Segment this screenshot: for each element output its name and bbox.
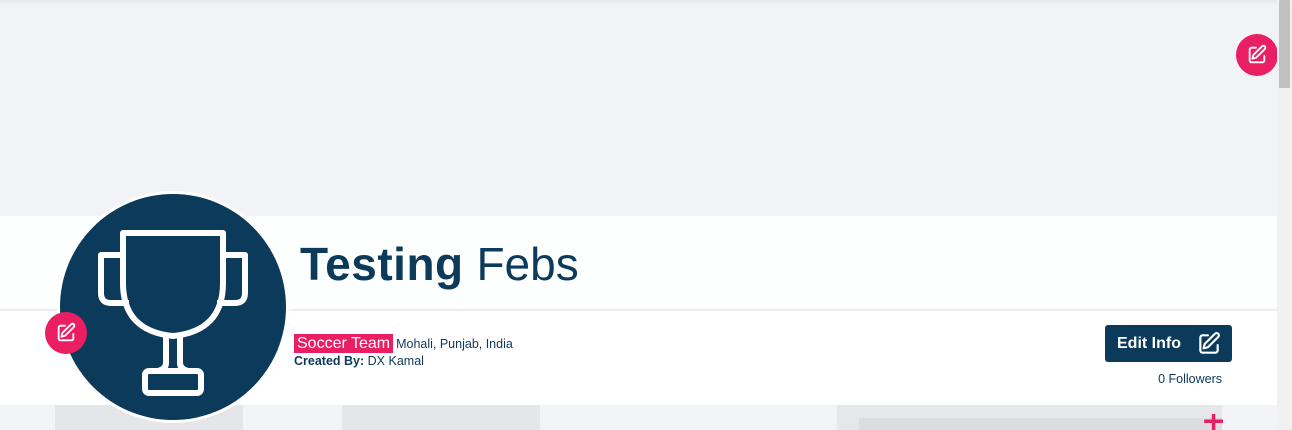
edit-square-icon xyxy=(1199,332,1220,354)
followers-count[interactable]: 0 Followers xyxy=(1100,372,1222,386)
page-title: Testing Febs xyxy=(300,236,579,292)
content-card xyxy=(342,405,540,430)
created-by: Created By: DX Kamal xyxy=(294,353,424,369)
edit-info-button[interactable]: Edit Info xyxy=(1105,325,1232,362)
cover-edit-button[interactable] xyxy=(1236,34,1278,76)
team-meta: Soccer Team Mohali, Punjab, India xyxy=(294,334,513,354)
edit-info-label: Edit Info xyxy=(1117,334,1181,352)
header-shadow xyxy=(0,0,1277,6)
avatar-circle xyxy=(60,194,286,420)
plus-icon[interactable]: + xyxy=(1201,414,1223,430)
sport-badge: Soccer Team xyxy=(294,334,394,353)
created-by-name: DX Kamal xyxy=(367,354,424,368)
edit-square-icon xyxy=(1248,44,1267,64)
trophy-icon xyxy=(98,229,248,396)
edit-square-icon xyxy=(57,322,76,342)
avatar-edit-button[interactable] xyxy=(45,312,87,354)
team-location: Mohali, Punjab, India xyxy=(396,337,513,351)
cover-area xyxy=(0,0,1277,216)
team-name-first: Testing xyxy=(300,238,464,290)
created-by-label: Created By: xyxy=(294,354,365,368)
vertical-scrollbar[interactable] xyxy=(1277,0,1292,430)
team-name-last: Febs xyxy=(476,238,579,290)
content-card-inner xyxy=(859,418,1222,430)
team-avatar xyxy=(57,191,289,423)
scrollbar-thumb[interactable] xyxy=(1279,0,1290,88)
